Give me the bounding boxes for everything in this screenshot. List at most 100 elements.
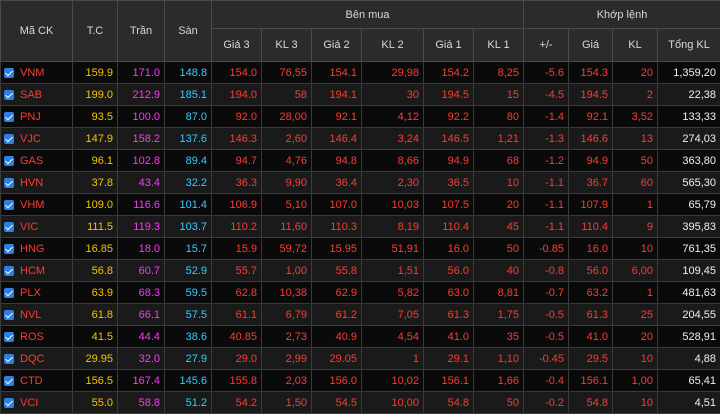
match-volume-cell: 1 <box>613 194 658 216</box>
checkbox-checked-icon[interactable] <box>4 332 14 342</box>
checkbox-checked-icon[interactable] <box>4 112 14 122</box>
match-volume-cell: 10 <box>613 238 658 260</box>
header-ref-price[interactable]: T.C <box>73 1 118 62</box>
bid-price-2-cell: 146.4 <box>312 128 362 150</box>
table-row[interactable]: SAB199.0212.9185.1194.058194.130194.515-… <box>1 84 720 106</box>
bid-price-2-cell: 29.05 <box>312 348 362 370</box>
checkbox-checked-icon[interactable] <box>4 266 14 276</box>
bid-price-2-cell: 54.5 <box>312 392 362 414</box>
symbol-cell[interactable]: VHM <box>1 194 73 216</box>
table-row[interactable]: HVN37.843.432.236.39,9036.42,3036.510-1.… <box>1 172 720 194</box>
table-row[interactable]: PNJ93.5100.087.092.028,0092.14,1292.280-… <box>1 106 720 128</box>
match-price-cell: 94.9 <box>569 150 613 172</box>
bid-volume-3-cell: 6,79 <box>262 304 312 326</box>
symbol-cell[interactable]: HNG <box>1 238 73 260</box>
symbol-cell[interactable]: HCM <box>1 260 73 282</box>
checkbox-checked-icon[interactable] <box>4 156 14 166</box>
change-cell: -1.2 <box>524 150 569 172</box>
bid-price-1-cell: 56.0 <box>424 260 474 282</box>
checkbox-checked-icon[interactable] <box>4 200 14 210</box>
bid-volume-1-cell: 20 <box>474 194 524 216</box>
symbol-label: PNJ <box>20 111 41 123</box>
bid-volume-1-cell: 40 <box>474 260 524 282</box>
total-volume-cell: 65,79 <box>658 194 720 216</box>
symbol-cell[interactable]: VIC <box>1 216 73 238</box>
checkbox-checked-icon[interactable] <box>4 288 14 298</box>
bid-volume-2-cell: 3,24 <box>362 128 424 150</box>
ceiling-price-cell: 158.2 <box>118 128 165 150</box>
symbol-cell[interactable]: HVN <box>1 172 73 194</box>
header-total-volume[interactable]: Tổng KL <box>658 29 720 62</box>
table-row[interactable]: NVL61.866.157.561.16,7961.27,0561.31,75-… <box>1 304 720 326</box>
symbol-label: VIC <box>20 221 38 233</box>
table-row[interactable]: VJC147.9158.2137.6146.32,60146.43,24146.… <box>1 128 720 150</box>
header-price-1[interactable]: Giá 1 <box>424 29 474 62</box>
symbol-cell[interactable]: CTD <box>1 370 73 392</box>
table-row[interactable]: GAS96.1102.889.494.74,7694.88,6694.968-1… <box>1 150 720 172</box>
match-volume-cell: 20 <box>613 62 658 84</box>
header-ceiling-price[interactable]: Trần <box>118 1 165 62</box>
bid-volume-1-cell: 80 <box>474 106 524 128</box>
symbol-cell[interactable]: VJC <box>1 128 73 150</box>
checkbox-checked-icon[interactable] <box>4 398 14 408</box>
ref-price-cell: 56.8 <box>73 260 118 282</box>
table-row[interactable]: CTD156.5167.4145.6155.82,03156.010,02156… <box>1 370 720 392</box>
header-symbol[interactable]: Mã CK <box>1 1 73 62</box>
header-change[interactable]: +/- <box>524 29 569 62</box>
bid-volume-1-cell: 68 <box>474 150 524 172</box>
header-match-price[interactable]: Giá <box>569 29 613 62</box>
checkbox-checked-icon[interactable] <box>4 68 14 78</box>
bid-volume-2-cell: 5,82 <box>362 282 424 304</box>
header-match-volume[interactable]: KL <box>613 29 658 62</box>
symbol-label: HCM <box>20 265 45 277</box>
bid-price-1-cell: 146.5 <box>424 128 474 150</box>
checkbox-checked-icon[interactable] <box>4 376 14 386</box>
symbol-cell[interactable]: VNM <box>1 62 73 84</box>
symbol-cell[interactable]: VCI <box>1 392 73 414</box>
table-row[interactable]: ROS41.544.438.640.852,7340.94,5441.035-0… <box>1 326 720 348</box>
checkbox-checked-icon[interactable] <box>4 244 14 254</box>
header-volume-2[interactable]: KL 2 <box>362 29 424 62</box>
table-row[interactable]: HCM56.860.752.955.71,0055.81,5156.040-0.… <box>1 260 720 282</box>
header-price-3[interactable]: Giá 3 <box>212 29 262 62</box>
ceiling-price-cell: 58.8 <box>118 392 165 414</box>
header-volume-3[interactable]: KL 3 <box>262 29 312 62</box>
total-volume-cell: 1,359,20 <box>658 62 720 84</box>
symbol-cell[interactable]: DQC <box>1 348 73 370</box>
header-floor-price[interactable]: Sàn <box>165 1 212 62</box>
header-price-2[interactable]: Giá 2 <box>312 29 362 62</box>
table-row[interactable]: VHM109.0116.6101.4106.95,10107.010,03107… <box>1 194 720 216</box>
checkbox-checked-icon[interactable] <box>4 222 14 232</box>
symbol-cell[interactable]: ROS <box>1 326 73 348</box>
bid-price-2-cell: 15.95 <box>312 238 362 260</box>
table-row[interactable]: VCI55.058.851.254.21,5054.510,0054.850-0… <box>1 392 720 414</box>
ceiling-price-cell: 18.0 <box>118 238 165 260</box>
symbol-cell[interactable]: SAB <box>1 84 73 106</box>
checkbox-checked-icon[interactable] <box>4 134 14 144</box>
bid-volume-3-cell: 58 <box>262 84 312 106</box>
checkbox-checked-icon[interactable] <box>4 90 14 100</box>
checkbox-checked-icon[interactable] <box>4 354 14 364</box>
bid-volume-3-cell: 10,38 <box>262 282 312 304</box>
match-price-cell: 194.5 <box>569 84 613 106</box>
checkbox-checked-icon[interactable] <box>4 178 14 188</box>
bid-volume-1-cell: 1,75 <box>474 304 524 326</box>
symbol-cell[interactable]: PNJ <box>1 106 73 128</box>
symbol-label: VCI <box>20 397 38 409</box>
bid-price-1-cell: 16.0 <box>424 238 474 260</box>
table-row[interactable]: DQC29.9532.027.929.02,9929.05129.11,10-0… <box>1 348 720 370</box>
symbol-cell[interactable]: NVL <box>1 304 73 326</box>
checkbox-checked-icon[interactable] <box>4 310 14 320</box>
total-volume-cell: 204,55 <box>658 304 720 326</box>
floor-price-cell: 38.6 <box>165 326 212 348</box>
table-row[interactable]: VIC111.5119.3103.7110.211,60110.38,19110… <box>1 216 720 238</box>
table-row[interactable]: VNM159.9171.0148.8154.076,55154.129,9815… <box>1 62 720 84</box>
bid-volume-2-cell: 1,51 <box>362 260 424 282</box>
bid-price-2-cell: 194.1 <box>312 84 362 106</box>
symbol-cell[interactable]: GAS <box>1 150 73 172</box>
bid-price-1-cell: 36.5 <box>424 172 474 194</box>
table-row[interactable]: HNG16.8518.015.715.959,7215.9551,9116.05… <box>1 238 720 260</box>
table-row[interactable]: PLX63.968.359.562.810,3862.95,8263.08,81… <box>1 282 720 304</box>
symbol-cell[interactable]: PLX <box>1 282 73 304</box>
header-volume-1[interactable]: KL 1 <box>474 29 524 62</box>
